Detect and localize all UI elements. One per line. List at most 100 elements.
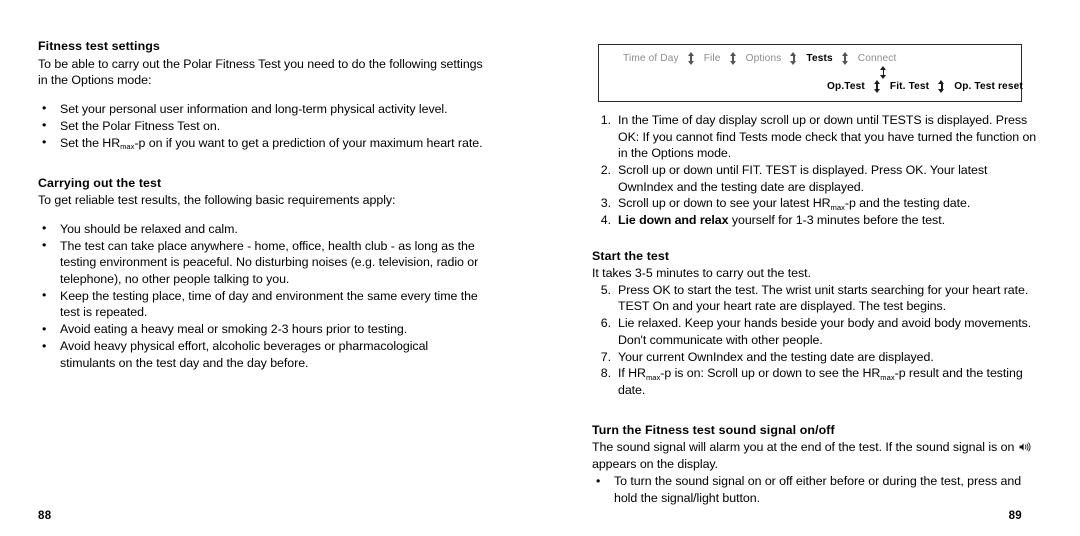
up-down-arrow-icon-branch (880, 66, 887, 79)
bullet-dot-icon: • (596, 473, 601, 488)
diagram-item-file: File (703, 53, 721, 64)
list-item-text: Keep the testing place, time of day and … (60, 288, 478, 320)
subscript-max-second: max (880, 372, 895, 382)
diagram-top-row: Time of Day File Options Tests Connect (623, 52, 896, 65)
diagram-item-op-test: Op.Test (827, 81, 865, 92)
step-text: Your current OwnIndex and the testing da… (618, 349, 934, 364)
section-title-sound-signal: Turn the Fitness test sound signal on/of… (592, 422, 835, 437)
list-item: • Set the Polar Fitness Test on. (38, 118, 484, 135)
bullet-list-carrying-out-the-test: • You should be relaxed and calm. • The … (38, 221, 484, 372)
diagram-item-connect: Connect (857, 53, 897, 64)
step-text: Scroll up or down to see your latest HR (618, 196, 831, 211)
bullet-dot-icon: • (42, 321, 47, 336)
bullet-dot-icon: • (42, 135, 47, 150)
up-down-arrow-icon (873, 80, 881, 93)
bullet-dot-icon: • (42, 238, 47, 253)
section-title-start-the-test: Start the test (592, 248, 670, 263)
bullet-dot-icon: • (42, 101, 47, 116)
subscript-max: max (830, 202, 845, 212)
step-number: 4. (600, 213, 611, 228)
list-item: • Set your personal user information and… (38, 101, 484, 118)
up-down-arrow-icon (687, 52, 695, 65)
list-item-text: Avoid heavy physical effort, alcoholic b… (60, 339, 429, 370)
document-spread: Fitness test settings To be able to carr… (0, 0, 1080, 536)
step-number: 1. (600, 113, 611, 127)
step-list-group-1: 1. In the Time of day display scroll up … (592, 112, 1038, 229)
diagram-item-time-of-day: Time of Day (623, 53, 679, 64)
list-item: 8. If HRmax-p is on: Scroll up or down t… (592, 365, 1038, 398)
bullet-list-sound-signal: • To turn the sound signal on or off eit… (592, 473, 1038, 506)
diagram-item-tests: Tests (806, 53, 833, 64)
list-item: 4. Lie down and relax yourself for 1-3 m… (592, 212, 1038, 229)
diagram-bottom-row: Op.Test Fit. Test Op. Test reset (827, 80, 1023, 93)
list-item-text: Set the HR (60, 135, 121, 150)
diagram-item-fit-test: Fit. Test (889, 81, 930, 92)
step-text: Scroll up or down until FIT. TEST is dis… (618, 163, 988, 194)
step-number: 7. (600, 349, 611, 364)
step-text-cont: -p and the testing date. (844, 196, 971, 211)
menu-navigation-diagram: Time of Day File Options Tests Connect O… (598, 44, 1023, 102)
step-text: If HR (618, 366, 646, 381)
section-title-fitness-test-settings: Fitness test settings (38, 39, 160, 53)
list-item-text: You should be relaxed and calm. (60, 221, 238, 236)
section-intro-start-the-test: It takes 3-5 minutes to carry out the te… (592, 266, 811, 281)
list-item-text: Set your personal user information and l… (60, 101, 448, 116)
step-number: 8. (600, 366, 611, 381)
list-item: • You should be relaxed and calm. (38, 221, 484, 238)
right-column-content: 1. In the Time of day display scroll up … (592, 112, 1038, 507)
list-item: 7. Your current OwnIndex and the testing… (592, 349, 1038, 366)
page-number-right: 89 (1008, 510, 1022, 522)
list-item: 5. Press OK to start the test. The wrist… (592, 282, 1038, 315)
up-down-arrow-icon (790, 52, 797, 65)
step-text-emphasis: Lie down and relax (618, 213, 729, 228)
step-text: yourself for 1-3 minutes before the test… (728, 213, 945, 228)
list-item: • Avoid heavy physical effort, alcoholic… (38, 338, 484, 371)
section-intro-fitness-test-settings: To be able to carry out the Polar Fitnes… (38, 56, 483, 88)
left-column-content: Fitness test settings To be able to carr… (38, 38, 484, 372)
step-number: 6. (600, 316, 611, 331)
section-title-carrying-out-the-test: Carrying out the test (38, 175, 162, 190)
bullet-dot-icon: • (42, 221, 47, 236)
up-down-arrow-icon (729, 52, 737, 65)
section-intro-carrying-out-the-test: To get reliable test results, the follow… (38, 193, 396, 208)
list-item: • Keep the testing place, time of day an… (38, 288, 484, 321)
list-item: • Set the HRmax-p on if you want to get … (38, 135, 484, 152)
section-intro-sound-signal: The sound signal will alarm you at the e… (592, 439, 1038, 472)
sound-intro-part2: appears on the display. (592, 456, 719, 471)
list-item-text: To turn the sound signal on or off eithe… (614, 474, 1022, 505)
diagram-item-op-test-reset: Op. Test reset (954, 81, 1023, 92)
page-number-left: 88 (38, 510, 52, 522)
page-right: Time of Day File Options Tests Connect O… (540, 0, 1080, 536)
list-item: • To turn the sound signal on or off eit… (592, 473, 1038, 506)
list-item-text-cont: -p on if you want to get a prediction of… (134, 135, 483, 150)
list-item: 3. Scroll up or down to see your latest … (592, 195, 1038, 212)
up-down-arrow-icon (938, 80, 945, 93)
list-item: 1. In the Time of day display scroll up … (592, 112, 1038, 162)
list-item: • Avoid eating a heavy meal or smoking 2… (38, 321, 484, 338)
step-text: Lie relaxed. Keep your hands beside your… (618, 316, 1032, 347)
list-item: 6. Lie relaxed. Keep your hands beside y… (592, 315, 1038, 348)
step-text: Press OK to start the test. The wrist un… (618, 282, 1029, 314)
step-list-start-the-test: 5. Press OK to start the test. The wrist… (592, 282, 1038, 399)
step-number: 5. (600, 282, 611, 297)
sound-intro-part1: The sound signal will alarm you at the e… (592, 440, 1018, 455)
diagram-item-options: Options (745, 53, 782, 64)
bullet-dot-icon: • (42, 118, 47, 133)
step-text-mid: -p is on: Scroll up or down to see the H… (660, 366, 881, 381)
step-number: 3. (600, 196, 611, 211)
list-item: 2. Scroll up or down until FIT. TEST is … (592, 162, 1038, 195)
list-item-text: Set the Polar Fitness Test on. (60, 118, 221, 133)
list-item-text: Avoid eating a heavy meal or smoking 2-3… (60, 322, 408, 337)
subscript-max: max (120, 142, 135, 151)
page-left: Fitness test settings To be able to carr… (0, 0, 540, 536)
bullet-dot-icon: • (42, 338, 47, 353)
bullet-list-fitness-test-settings: • Set your personal user information and… (38, 101, 484, 152)
bullet-dot-icon: • (42, 288, 47, 303)
list-item-text: The test can take place anywhere - home,… (60, 238, 479, 286)
list-item: • The test can take place anywhere - hom… (38, 238, 484, 288)
subscript-max: max (645, 372, 661, 382)
sound-signal-icon (1019, 440, 1031, 452)
